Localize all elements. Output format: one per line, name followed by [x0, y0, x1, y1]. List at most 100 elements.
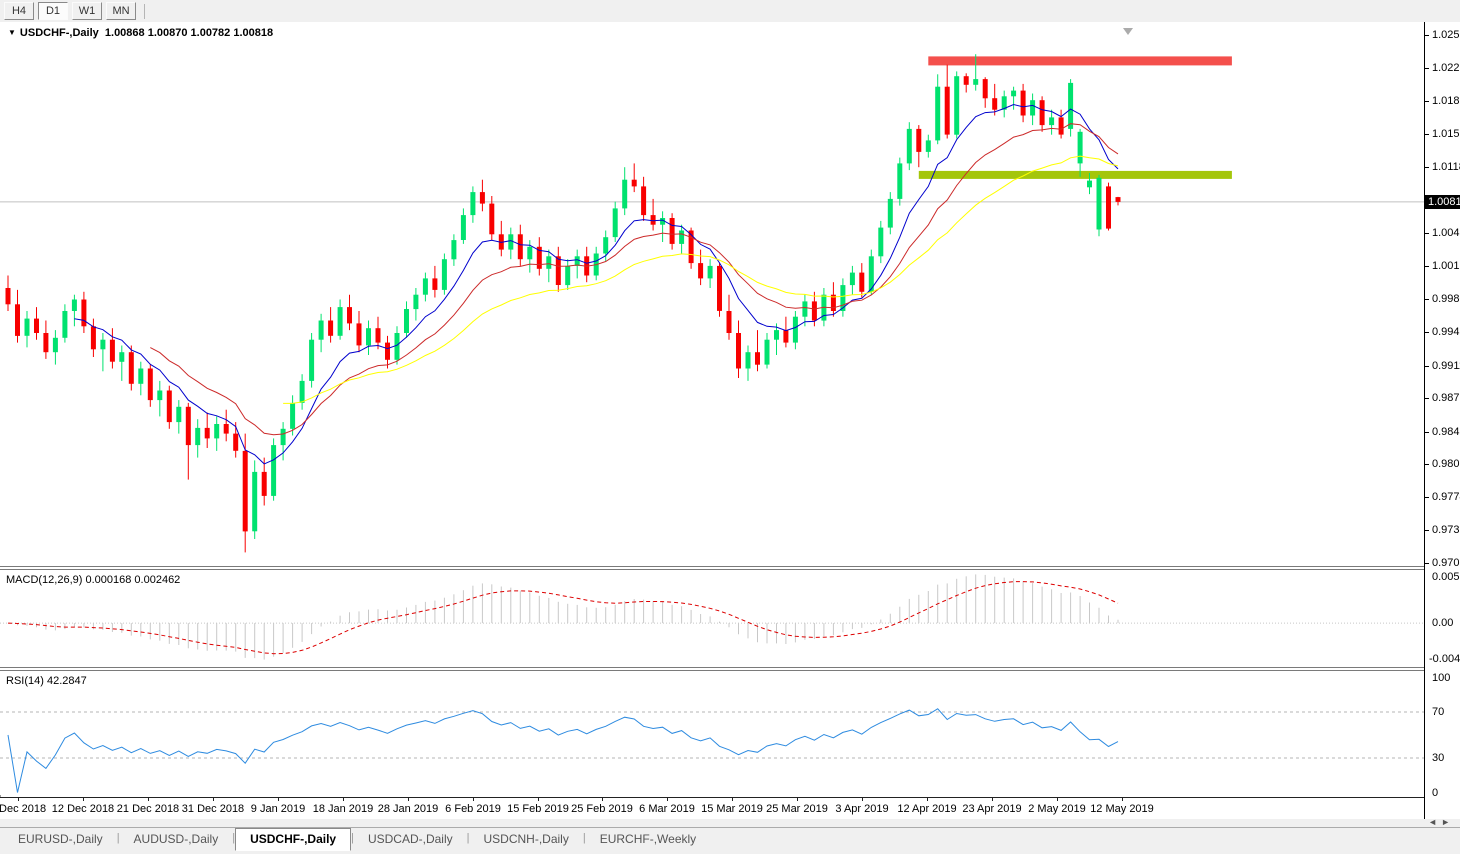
tab-scroll-arrows: ◄► — [1428, 817, 1454, 829]
candles-series — [5, 54, 1121, 553]
date-tick-label: 6 Feb 2019 — [445, 803, 501, 815]
date-tick-mark — [278, 798, 279, 801]
price-tick-mark — [1425, 332, 1429, 333]
date-tick-mark — [408, 798, 409, 801]
chart-tab-eurchf[interactable]: EURCHF-,Weekly — [586, 829, 710, 850]
price-tick-label: 1.00490 — [1432, 227, 1460, 239]
price-tick-label: 0.97390 — [1432, 524, 1460, 536]
chart-shift-marker[interactable] — [1123, 28, 1133, 35]
macd-values: 0.000168 0.002462 — [85, 574, 181, 586]
price-tick-label: 0.98770 — [1432, 392, 1460, 404]
timeframe-toolbar: H4 D1 W1 MN — [0, 0, 1460, 23]
price-tick-label: 0.99800 — [1432, 293, 1460, 305]
price-tick-label: 1.01870 — [1432, 95, 1460, 107]
price-tick-label: 1.02220 — [1432, 62, 1460, 74]
chart-title: ▼ USDCHF-,Daily 1.00868 1.00870 1.00782 1… — [8, 27, 273, 39]
rsi-axis-label: 0 — [1432, 787, 1439, 799]
toolbar-divider — [144, 3, 145, 19]
date-tick-mark — [667, 798, 668, 801]
date-tick-mark — [83, 798, 84, 801]
date-axis[interactable]: 3 Dec 2018 12 Dec 201821 Dec 201831 Dec 2… — [0, 797, 1424, 820]
price-tick-mark — [1425, 68, 1429, 69]
macd-axis-zero: 0.00 — [1432, 617, 1454, 629]
date-tick-mark — [1057, 798, 1058, 801]
price-tick-mark — [1425, 266, 1429, 267]
timeframe-buttons: H4 D1 W1 MN — [0, 2, 136, 20]
chart-tab-usdchf[interactable]: USDCHF-,Daily — [235, 828, 352, 851]
chart-tab-eurusd[interactable]: EURUSD-,Daily — [4, 829, 117, 850]
price-tick-mark — [1425, 497, 1429, 498]
date-tick-mark — [18, 798, 19, 801]
price-pane[interactable] — [0, 22, 1424, 566]
date-tick-mark — [927, 798, 928, 801]
chart-tabbar: EURUSD-,Daily | AUDUSD-,Daily | USDCHF-,Dail… — [0, 827, 1460, 854]
macd-indicator-label: MACD(12,26,9) 0.000168 0.002462 — [6, 574, 181, 586]
chart-ohlc-values: 1.00868 1.00870 1.00782 1.00818 — [104, 27, 274, 39]
date-tick-label: 31 Dec 2018 — [181, 803, 245, 815]
current-price-badge: 1.00818 — [1425, 195, 1460, 209]
date-tick-label: 18 Jan 2019 — [312, 803, 374, 815]
chart-tab-usdcnh[interactable]: USDCNH-,Daily — [470, 829, 583, 850]
chart-tab-usdcad[interactable]: USDCAD-,Daily — [354, 829, 467, 850]
date-tick-mark — [213, 798, 214, 801]
timeframe-button-mn[interactable]: MN — [106, 2, 136, 20]
date-tick-mark — [343, 798, 344, 801]
date-tick-mark — [862, 798, 863, 801]
date-tick-mark — [602, 798, 603, 801]
rsi-axis-label: 70 — [1432, 706, 1445, 718]
price-tick-mark — [1425, 35, 1429, 36]
bottom-strip — [0, 819, 1460, 827]
date-tick-mark — [148, 798, 149, 801]
price-tick-label: 0.99110 — [1432, 360, 1460, 372]
rsi-value: 42.2847 — [46, 675, 87, 687]
date-tick-mark — [732, 798, 733, 801]
price-tick-label: 0.97050 — [1432, 557, 1460, 569]
tab-scroll-right-icon[interactable]: ► — [1441, 817, 1454, 827]
price-tick-mark — [1425, 233, 1429, 234]
date-tick-mark — [538, 798, 539, 801]
timeframe-button-w1[interactable]: W1 — [72, 2, 102, 20]
macd-histogram — [17, 574, 1119, 660]
date-tick-label: 12 Apr 2019 — [897, 803, 957, 815]
date-tick-label: 25 Feb 2019 — [571, 803, 633, 815]
date-tick-label: 28 Jan 2019 — [377, 803, 439, 815]
price-axis[interactable]: 1.00818 1.02560 1.02220 1.01870 1.01530 1.01… — [1424, 22, 1460, 819]
timeframe-button-d1[interactable]: D1 — [38, 2, 68, 20]
resistance-line[interactable] — [928, 56, 1232, 66]
rsi-axis-label: 100 — [1432, 672, 1451, 684]
chevron-down-icon[interactable]: ▼ — [8, 28, 16, 37]
rsi-pane[interactable] — [0, 671, 1424, 795]
price-tick-label: 1.02560 — [1432, 29, 1460, 41]
price-tick-mark — [1425, 134, 1429, 135]
chart-symbol-title: USDCHF-,Daily — [19, 27, 99, 39]
price-tick-label: 1.00150 — [1432, 260, 1460, 272]
date-tick-label: 12 Dec 2018 — [51, 803, 115, 815]
rsi-axis-label: 30 — [1432, 752, 1445, 764]
price-tick-mark — [1425, 432, 1429, 433]
timeframe-button-h4[interactable]: H4 — [4, 2, 34, 20]
mt4-window: { "toolbar": { "timeframes": [ {"label":… — [0, 0, 1460, 854]
date-tick-label: 2 May 2019 — [1028, 803, 1086, 815]
date-tick-label: 3 Apr 2019 — [835, 803, 889, 815]
date-tick-label: 6 Mar 2019 — [639, 803, 695, 815]
date-tick-label: 12 May 2019 — [1090, 803, 1154, 815]
macd-signal-line — [7, 581, 1119, 655]
rsi-indicator-label: RSI(14) 42.2847 — [6, 675, 87, 687]
chart-window: ▼ USDCHF-,Daily 1.00868 1.00870 1.00782 1… — [0, 22, 1460, 820]
price-tick-mark — [1425, 530, 1429, 531]
macd-pane[interactable] — [0, 570, 1424, 667]
price-tick-mark — [1425, 464, 1429, 465]
price-tick-mark — [1425, 398, 1429, 399]
chart-tab-audusd[interactable]: AUDUSD-,Daily — [120, 829, 233, 850]
macd-axis-min: -0.004243 — [1429, 653, 1460, 665]
price-tick-label: 1.01530 — [1432, 128, 1460, 140]
date-tick-label: 25 Mar 2019 — [766, 803, 828, 815]
date-tick-mark — [473, 798, 474, 801]
price-tick-label: 0.99460 — [1432, 326, 1460, 338]
tab-scroll-left-icon[interactable]: ◄ — [1428, 817, 1441, 827]
macd-axis-max: 0.00597 — [1432, 571, 1460, 583]
price-tick-label: 0.97740 — [1432, 491, 1460, 503]
date-tick-label: 9 Jan 2019 — [250, 803, 306, 815]
date-tick-label: 15 Feb 2019 — [507, 803, 569, 815]
price-tick-mark — [1425, 366, 1429, 367]
